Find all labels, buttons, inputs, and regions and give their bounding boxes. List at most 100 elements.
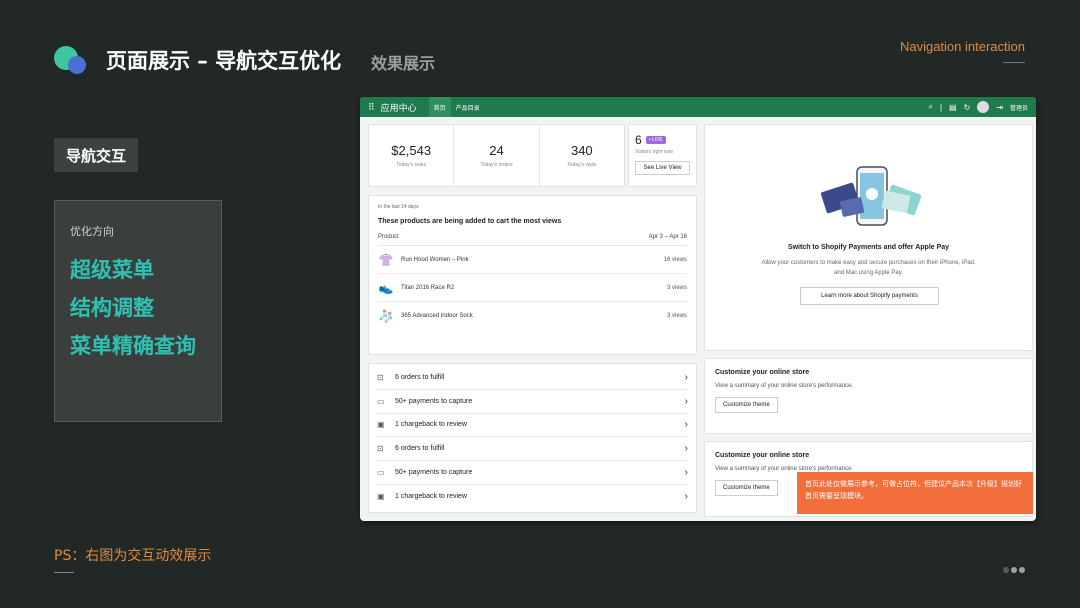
stat-value: 24 [489, 143, 504, 158]
task-row[interactable]: ▣ 1 chargeback to review › [377, 485, 688, 509]
pager-dots[interactable] [1003, 567, 1025, 573]
customize-heading: Customize your online store [715, 369, 810, 376]
customize-heading: Customize your online store [715, 452, 810, 459]
shoe-icon: 👟 [378, 280, 394, 295]
optimization-item: 菜单精确查询 [70, 334, 196, 358]
chevron-right-icon: › [684, 371, 688, 383]
products-heading: These products are being added to cart t… [378, 218, 562, 225]
task-row[interactable]: ⊡ 6 orders to fulfill › [377, 366, 688, 390]
refresh-icon[interactable]: ↻ [964, 103, 971, 112]
annotation-note: 首页此处仅做展示参考，可做占位符，但建议产品本次【升级】规划好首页需要呈现模块。 [797, 472, 1033, 514]
separator: | [939, 102, 943, 112]
product-row[interactable]: 👟 Titan 2016 Race R2 3 views [378, 274, 687, 302]
chevron-right-icon: › [684, 443, 688, 455]
task-label: 50+ payments to capture [395, 397, 473, 405]
stat-label: Today's visits [567, 162, 597, 168]
live-badge: • LIVE [645, 136, 666, 144]
customize-theme-button[interactable]: Customize theme [715, 397, 778, 413]
payment-icon: ▭ [377, 468, 385, 478]
app-name[interactable]: 应用中心 [381, 101, 417, 114]
task-label: 6 orders to fulfill [395, 373, 445, 381]
products-header: Product Apr 3 – Apr 16 [378, 234, 687, 246]
chevron-right-icon: › [684, 419, 688, 431]
chevron-right-icon: › [684, 491, 688, 503]
ps-note: PS：右图为交互动效展示 [54, 548, 212, 564]
learn-more-button[interactable]: Learn more about Shopify payments [800, 287, 939, 305]
live-visitors-card: 6 • LIVE Visitors right now See Live Vie… [628, 124, 697, 187]
customize-description: View a summary of your online store's pe… [715, 383, 854, 389]
sock-icon: 🧦 [378, 309, 394, 323]
stat-value: $2,543 [391, 143, 432, 158]
live-label: Visitors right now [635, 149, 673, 155]
payment-cards-illustration [820, 166, 922, 226]
stat-value: 340 [570, 143, 593, 158]
clipboard-icon: ▣ [377, 492, 385, 502]
top-bar: ⠿ 应用中心 首页 产品目录 ⌕ | ▤ ↻ ⇥ 管理员 [360, 97, 1036, 117]
task-label: 1 chargeback to review [395, 421, 467, 429]
payment-icon: ▭ [377, 396, 385, 406]
chevron-right-icon: › [684, 467, 688, 479]
live-count: 6 [635, 133, 642, 147]
pager-dot[interactable] [1019, 567, 1025, 573]
promo-heading: Switch to Shopify Payments and offer App… [787, 244, 950, 251]
divider [1003, 62, 1025, 63]
range-label: In the last 14 days [378, 204, 419, 210]
tasks-card: ⊡ 6 orders to fulfill › ▭ 50+ payments t… [368, 363, 697, 513]
col-date: Apr 3 – Apr 16 [648, 234, 687, 240]
tab-home[interactable]: 首页 [428, 97, 451, 117]
task-row[interactable]: ▣ 1 chargeback to review › [377, 414, 688, 438]
optimization-title: 优化方向 [70, 225, 114, 238]
logo [54, 46, 88, 76]
app-screenshot: ⠿ 应用中心 首页 产品目录 ⌕ | ▤ ↻ ⇥ 管理员 $2,543 Toda… [360, 97, 1036, 521]
tab-catalog[interactable]: 产品目录 [451, 97, 485, 117]
stat-label: Today's sales [396, 162, 427, 168]
stat-sales: $2,543 Today's sales [369, 125, 455, 186]
inbox-icon: ⊡ [377, 444, 384, 454]
avatar[interactable] [977, 101, 990, 113]
product-row[interactable]: 👚 Run Hood Women – Pink 16 views [378, 246, 687, 274]
document-icon[interactable]: ▤ [949, 103, 957, 112]
exit-icon[interactable]: ⇥ [996, 103, 1003, 112]
product-name: Titan 2016 Race R2 [401, 284, 455, 291]
admin-label[interactable]: 管理员 [1010, 103, 1028, 112]
stat-orders: 24 Today's orders [454, 125, 540, 186]
stats-card: $2,543 Today's sales 24 Today's orders 3… [368, 124, 625, 187]
see-live-view-button[interactable]: See Live View [635, 161, 690, 175]
pager-dot[interactable] [1003, 567, 1009, 573]
promo-description: Allow your customers to make easy and se… [761, 260, 976, 276]
product-name: Run Hood Women – Pink [401, 256, 469, 263]
payments-promo-card: Switch to Shopify Payments and offer App… [704, 124, 1033, 351]
product-row[interactable]: 🧦 365 Advanced Indoor Sock 3 views [378, 302, 687, 330]
optimization-item: 结构调整 [70, 296, 154, 320]
hoodie-icon: 👚 [378, 252, 394, 267]
task-label: 6 orders to fulfill [395, 445, 445, 453]
stat-visits: 340 Today's visits [540, 125, 624, 186]
search-icon[interactable]: ⌕ [928, 102, 932, 112]
section-tag: 导航交互 [54, 138, 138, 172]
page-subtitle: 效果展示 [371, 54, 436, 73]
chevron-right-icon: › [684, 395, 688, 407]
stat-label: Today's orders [480, 162, 513, 168]
optimization-item: 超级菜单 [70, 258, 154, 282]
page-title: 页面展示 – 导航交互优化 [106, 49, 342, 73]
product-name: 365 Advanced Indoor Sock [401, 313, 473, 319]
task-row[interactable]: ▭ 50+ payments to capture › [377, 390, 688, 414]
clipboard-icon: ▣ [377, 420, 385, 430]
product-views: 3 views [666, 313, 687, 319]
customize-card: Customize your online store View a summa… [704, 358, 1033, 434]
task-row[interactable]: ▭ 50+ payments to capture › [377, 461, 688, 485]
product-views: 3 views [666, 284, 687, 291]
col-product: Product [378, 234, 399, 240]
product-views: 16 views [663, 256, 687, 263]
inbox-icon: ⊡ [377, 372, 384, 382]
apps-grid-icon[interactable]: ⠿ [368, 102, 375, 113]
task-label: 50+ payments to capture [395, 469, 473, 477]
task-row[interactable]: ⊡ 6 orders to fulfill › [377, 437, 688, 462]
task-label: 1 chargeback to review [395, 493, 467, 501]
top-products-card: In the last 14 days These products are b… [368, 195, 697, 355]
corner-label: Navigation interaction [899, 39, 1025, 54]
customize-theme-button[interactable]: Customize theme [715, 480, 778, 496]
optimization-box: 优化方向 超级菜单 结构调整 菜单精确查询 [54, 200, 222, 422]
pager-dot[interactable] [1011, 567, 1017, 573]
divider [54, 572, 74, 573]
